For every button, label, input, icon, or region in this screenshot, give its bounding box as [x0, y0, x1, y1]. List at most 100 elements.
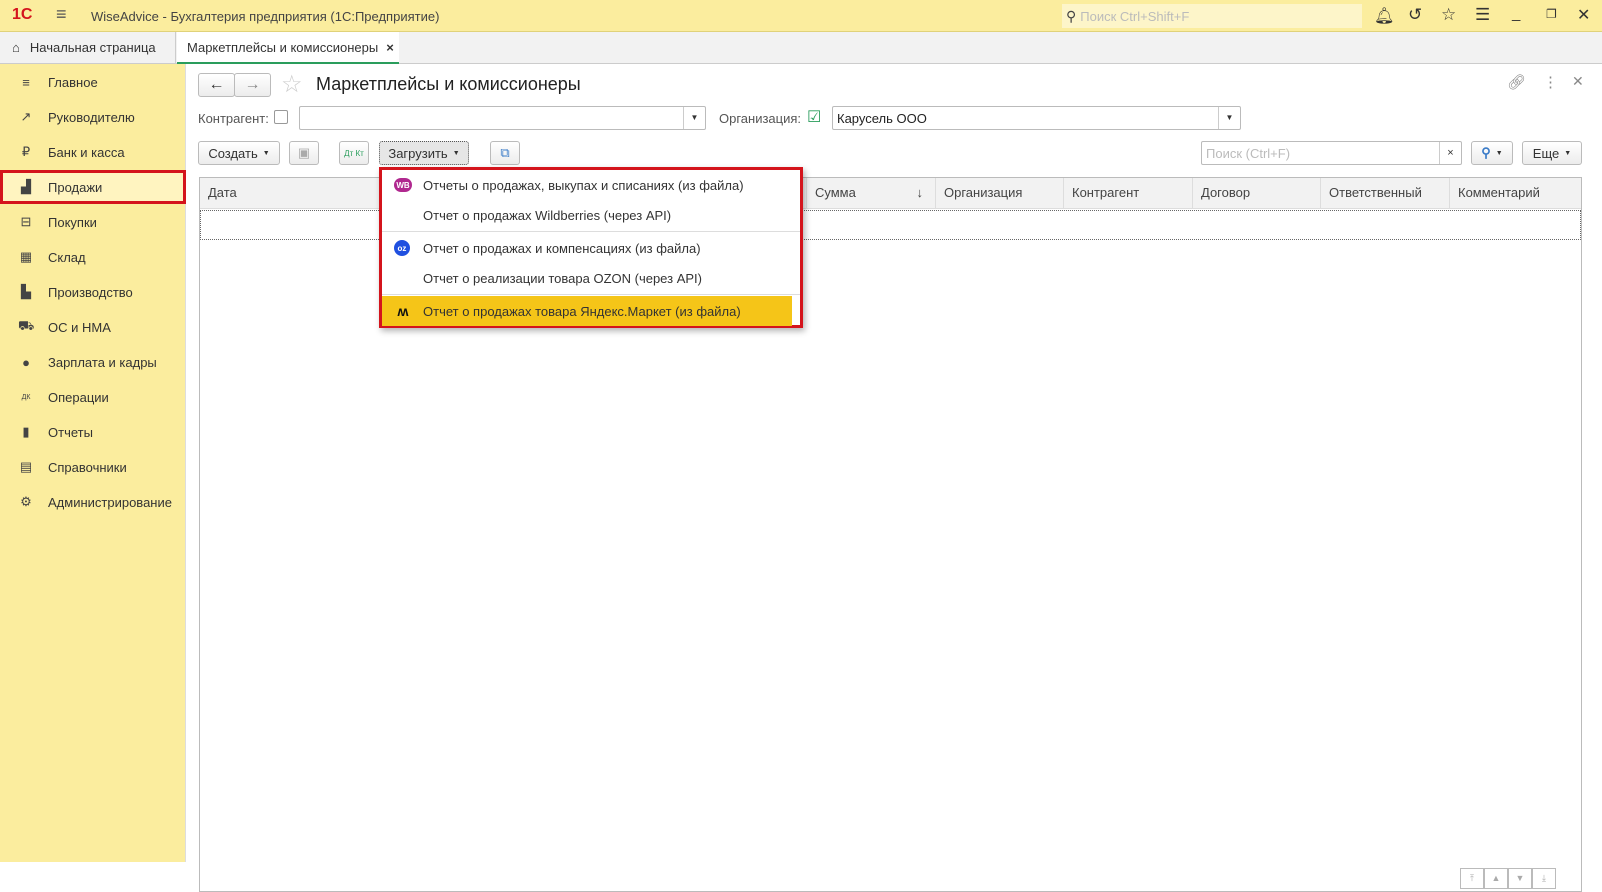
link-icon[interactable]: 🔗︎ — [1507, 73, 1526, 91]
scroll-top-button[interactable]: ⤒ — [1460, 868, 1484, 889]
sidebar-icon: ⊟ — [20, 214, 32, 229]
organization-field[interactable]: Карусель ООО ▼ — [832, 106, 1241, 130]
load-menu-item[interactable]: ʍ Отчет о продажах товара Яндекс.Маркет (… — [382, 296, 792, 326]
sidebar-item-label: ОС и НМА — [48, 319, 111, 335]
column-header[interactable]: Организация — [935, 178, 1063, 208]
menu-icon[interactable]: ≡ — [56, 4, 67, 25]
sidebar-item-label: Склад — [48, 249, 86, 265]
global-search[interactable]: ⚲ Поиск Ctrl+Shift+F — [1062, 4, 1362, 28]
sidebar-item-label: Справочники — [48, 459, 127, 475]
tab-home-label: Начальная страница — [29, 40, 156, 55]
minimize-icon[interactable]: _ — [1512, 5, 1520, 22]
load-menu-item-label: Отчет о продажах Wildberries (через API) — [423, 207, 672, 223]
list-search-input[interactable]: Поиск (Ctrl+F) × — [1201, 141, 1462, 165]
tab-home[interactable]: ⌂ Начальная страница — [0, 32, 176, 63]
dtkt-button[interactable]: Дт Кт — [339, 141, 369, 165]
sidebar-item-6[interactable]: ▙ Производство — [0, 275, 186, 309]
load-menu-item-label: Отчеты о продажах, выкупах и списаниях (… — [423, 177, 744, 193]
sidebar-item-5[interactable]: ▦ Склад — [0, 240, 186, 274]
load-menu-item[interactable]: oz Отчет о продажах и компенсациях (из фа… — [382, 233, 792, 263]
wildberries-icon: WB — [394, 178, 412, 192]
sidebar-item-10[interactable]: ▮ Отчеты — [0, 415, 186, 449]
create-button[interactable]: Создать ▼ — [198, 141, 280, 165]
sidebar: ≡ Главное ↗ Руководителю ₽ Банк и касса ▟ Прода… — [0, 64, 186, 862]
title-bar: 1С ≡ WiseAdvice - Бухгалтерия предприяти… — [0, 0, 1602, 32]
dropdown-icon[interactable]: ▼ — [1218, 107, 1240, 129]
tab-marketplaces-label: Маркетплейсы и комиссионеры — [187, 39, 379, 55]
column-header-label: Организация — [944, 185, 1023, 200]
forward-button[interactable]: → — [234, 73, 271, 97]
star-icon[interactable]: ☆ — [1441, 5, 1456, 25]
sidebar-icon: ▙ — [21, 284, 31, 299]
history-icon[interactable]: ↺ — [1408, 5, 1422, 25]
sidebar-item-1[interactable]: ↗ Руководителю — [0, 100, 186, 134]
column-header[interactable]: Контрагент — [1063, 178, 1192, 208]
more-vertical-icon[interactable]: ⋮ — [1543, 73, 1558, 91]
sidebar-item-7[interactable]: ⛟ ОС и НМА — [0, 310, 186, 344]
scroll-up-button[interactable]: ▲ — [1484, 868, 1508, 889]
column-header-label: Ответственный — [1329, 185, 1422, 200]
counterparty-checkbox[interactable] — [274, 110, 288, 124]
close-form-icon[interactable]: ✕ — [1572, 73, 1584, 90]
structure-button[interactable]: ⧉ — [490, 141, 520, 165]
load-menu-item[interactable]: Отчет о реализации товара OZON (через AP… — [382, 263, 792, 293]
load-menu-item-label: Отчет о продажах товара Яндекс.Маркет (и… — [423, 303, 741, 319]
close-window-icon[interactable]: ✕ — [1577, 5, 1590, 25]
list-search-placeholder: Поиск (Ctrl+F) — [1206, 146, 1291, 161]
column-header[interactable]: Комментарий — [1449, 178, 1581, 208]
more-button[interactable]: Еще ▼ — [1522, 141, 1582, 165]
app-title: WiseAdvice - Бухгалтерия предприятия (1С… — [91, 9, 440, 24]
sidebar-item-0[interactable]: ≡ Главное — [0, 65, 186, 99]
sidebar-item-label: Руководителю — [48, 109, 135, 125]
sidebar-item-label: Администрирование — [48, 494, 172, 510]
tab-marketplaces[interactable]: Маркетплейсы и комиссионеры × — [177, 32, 399, 64]
column-header[interactable]: Ответственный — [1320, 178, 1449, 208]
load-menu-item-label: Отчет о реализации товара OZON (через AP… — [423, 270, 702, 286]
sidebar-item-11[interactable]: ▤ Справочники — [0, 450, 186, 484]
scroll-down-button[interactable]: ▼ — [1508, 868, 1532, 889]
load-menu-item[interactable]: Отчет о продажах Wildberries (через API) — [382, 200, 792, 230]
favorite-star-icon[interactable]: ☆ — [281, 70, 303, 99]
load-menu-item[interactable]: WB Отчеты о продажах, выкупах и списаниях… — [382, 170, 792, 200]
counterparty-field[interactable]: ▼ — [299, 106, 706, 130]
sidebar-item-4[interactable]: ⊟ Покупки — [0, 205, 186, 239]
counterparty-label: Контрагент: — [198, 111, 269, 126]
clear-icon[interactable]: × — [1439, 142, 1461, 164]
sidebar-item-label: Покупки — [48, 214, 97, 230]
global-search-placeholder: Поиск Ctrl+Shift+F — [1080, 8, 1190, 24]
column-header[interactable]: Сумма ↓ — [806, 178, 935, 208]
sidebar-item-label: Банк и касса — [48, 144, 125, 160]
menu-separator — [382, 294, 800, 295]
load-button[interactable]: Загрузить ▼ — [379, 141, 469, 165]
sidebar-item-2[interactable]: ₽ Банк и касса — [0, 135, 186, 169]
bell-icon[interactable]: 🔔︎ — [1374, 6, 1394, 26]
organization-label: Организация: — [719, 111, 802, 126]
1c-logo-icon: 1С — [12, 6, 33, 23]
sidebar-icon: ₽ — [21, 144, 31, 159]
more-label: Еще — [1532, 145, 1560, 161]
dropdown-icon[interactable]: ▼ — [683, 107, 705, 129]
scroll-bottom-button[interactable]: ⤓ — [1532, 868, 1556, 889]
ozon-icon: oz — [394, 240, 410, 256]
sidebar-item-9[interactable]: ДК Операции — [0, 380, 186, 414]
search-options-button[interactable]: ⚲ ▼ — [1471, 141, 1513, 165]
sidebar-item-label: Продажи — [48, 179, 103, 195]
close-tab-icon[interactable]: × — [386, 40, 394, 55]
sidebar-item-label: Отчеты — [48, 424, 93, 440]
organization-checkbox[interactable]: ☑ — [807, 107, 821, 127]
settings-menu-icon[interactable]: ☰ — [1475, 5, 1490, 25]
sidebar-item-3[interactable]: ▟ Продажи — [0, 170, 186, 204]
sidebar-icon: ● — [22, 354, 30, 370]
sidebar-item-label: Главное — [48, 74, 98, 90]
column-header[interactable]: Договор — [1192, 178, 1320, 208]
copy-button[interactable]: ▣ — [289, 141, 319, 165]
organization-value: Карусель ООО — [837, 111, 927, 126]
sidebar-item-12[interactable]: ⚙ Администрирование — [0, 485, 186, 519]
restore-icon[interactable]: ❐ — [1546, 7, 1557, 21]
column-header-label: Дата — [208, 185, 237, 200]
back-button[interactable]: ← — [198, 73, 235, 97]
sidebar-item-8[interactable]: ● Зарплата и кадры — [0, 345, 186, 379]
search-icon: ⚲ — [1066, 7, 1077, 24]
sidebar-icon: ▟ — [21, 179, 31, 194]
load-label: Загрузить — [388, 145, 448, 161]
